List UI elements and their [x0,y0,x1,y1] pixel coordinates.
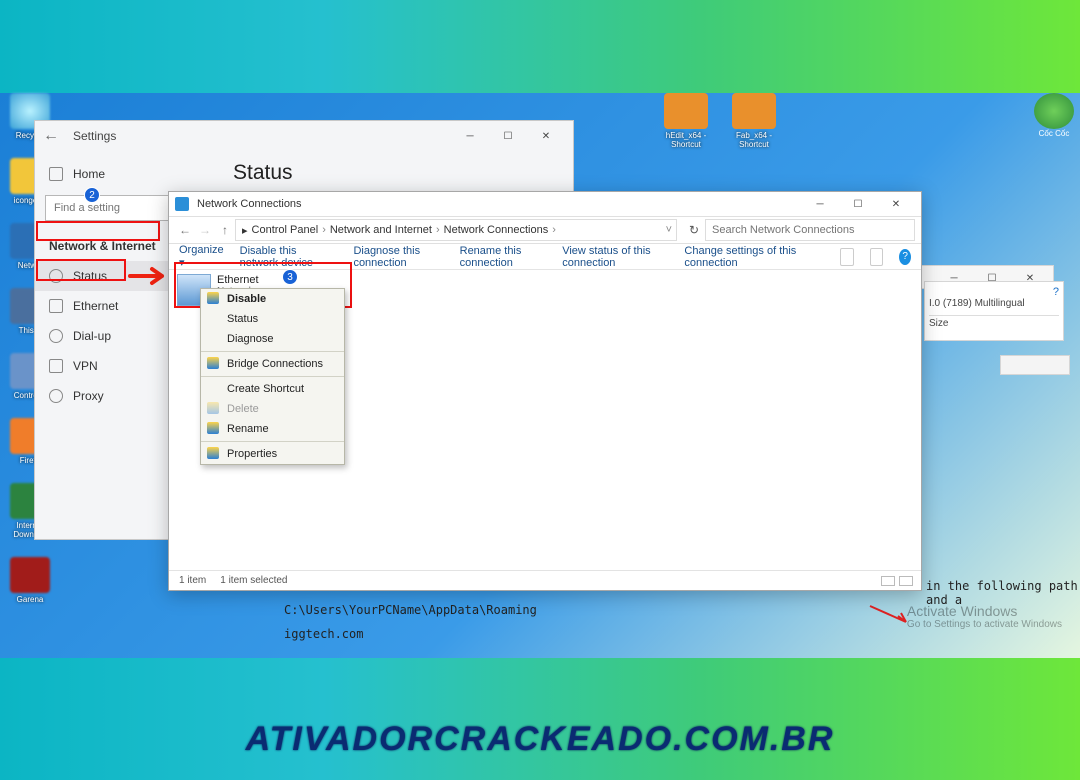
sidebar-home[interactable]: Home [35,159,215,189]
ethernet-icon [49,299,63,313]
red-arrow-corner-icon [868,604,910,626]
background-window-corner [1000,355,1070,375]
back-button[interactable]: ← [43,127,59,145]
change-settings-button[interactable]: Change settings of this connection [684,245,807,269]
minimize-button[interactable]: ─ [451,124,489,148]
rename-button[interactable]: Rename this connection [460,245,547,269]
status-count: 1 item [179,575,206,586]
note-source: iggtech.com [284,627,363,641]
garena-icon[interactable]: Garena [4,557,56,604]
shield-icon [207,292,219,304]
ctx-shortcut[interactable]: Create Shortcut [201,379,344,399]
nc-navbar: ← → ↑ ▸ Control Panel› Network and Inter… [169,216,921,244]
ctx-delete: Delete [201,399,344,419]
settings-titlebar[interactable]: ← Settings ─ ☐ ✕ [35,121,573,151]
step-marker-2: 2 [84,187,100,203]
shield-icon [207,447,219,459]
nav-up-button[interactable]: ↑ [215,223,235,237]
background-window-panel: ? I.0 (7189) Multilingual Size [924,281,1064,341]
status-selected: 1 item selected [220,575,287,586]
ctx-bridge[interactable]: Bridge Connections [201,354,344,374]
ctx-rename[interactable]: Rename [201,419,344,439]
coccoc-icon[interactable]: Cốc Cốc [1034,93,1074,138]
proxy-icon [49,389,63,403]
red-arrow-icon [128,266,172,286]
highlight-status [36,259,126,281]
diagnose-button[interactable]: Diagnose this connection [353,245,443,269]
step-marker-3: 3 [282,269,298,285]
nc-maximize-button[interactable]: ☐ [839,192,877,216]
view-status-button[interactable]: View status of this connection [562,245,668,269]
nc-minimize-button[interactable]: ─ [801,192,839,216]
activate-windows-watermark: Activate Windows Go to Settings to activ… [907,603,1062,630]
settings-title: Settings [73,129,116,143]
shield-icon [207,422,219,434]
ctx-diagnose[interactable]: Diagnose [201,329,344,349]
nc-title-icon [175,197,189,211]
view-mode-button[interactable] [840,248,854,266]
nav-back-button[interactable]: ← [175,223,195,237]
home-icon [49,167,63,181]
shield-icon [207,357,219,369]
ctx-properties[interactable]: Properties [201,444,344,464]
fab-shortcut[interactable]: Fab_x64 - Shortcut [728,93,780,149]
nc-title: Network Connections [197,198,302,210]
nc-close-button[interactable]: ✕ [877,192,915,216]
breadcrumb[interactable]: ▸ Control Panel› Network and Internet› N… [235,219,677,241]
refresh-button[interactable]: ↻ [683,223,705,237]
hedit-shortcut[interactable]: hEdit_x64 - Shortcut [660,93,712,149]
ctx-status[interactable]: Status [201,309,344,329]
context-menu: Disable Status Diagnose Bridge Connectio… [200,288,345,465]
close-button[interactable]: ✕ [527,124,565,148]
note-path: C:\Users\YourPCName\AppData\Roaming [284,603,537,617]
chevron-down-icon[interactable]: ˅ [666,224,672,236]
preview-pane-button[interactable] [870,248,884,266]
vpn-icon [49,359,63,373]
help-button[interactable]: ? [899,249,911,265]
ctx-disable[interactable]: Disable [201,289,344,309]
dialup-icon [49,329,63,343]
nc-search-input[interactable] [705,219,915,241]
nav-fwd-button[interactable]: → [195,223,215,237]
top-shortcuts: hEdit_x64 - Shortcut Fab_x64 - Shortcut [660,93,780,167]
maximize-button[interactable]: ☐ [489,124,527,148]
page-title: Status [233,161,555,185]
watermark-text: ATIVADORCRACKEADO.COM.BR [0,720,1080,759]
nc-statusbar: 1 item 1 item selected [169,570,921,590]
breadcrumb-pc-icon: ▸ [242,224,248,237]
shield-icon [207,402,219,414]
nc-titlebar[interactable]: Network Connections ─ ☐ ✕ [169,192,921,216]
view-toggle[interactable] [881,576,913,586]
highlight-category [36,221,160,241]
